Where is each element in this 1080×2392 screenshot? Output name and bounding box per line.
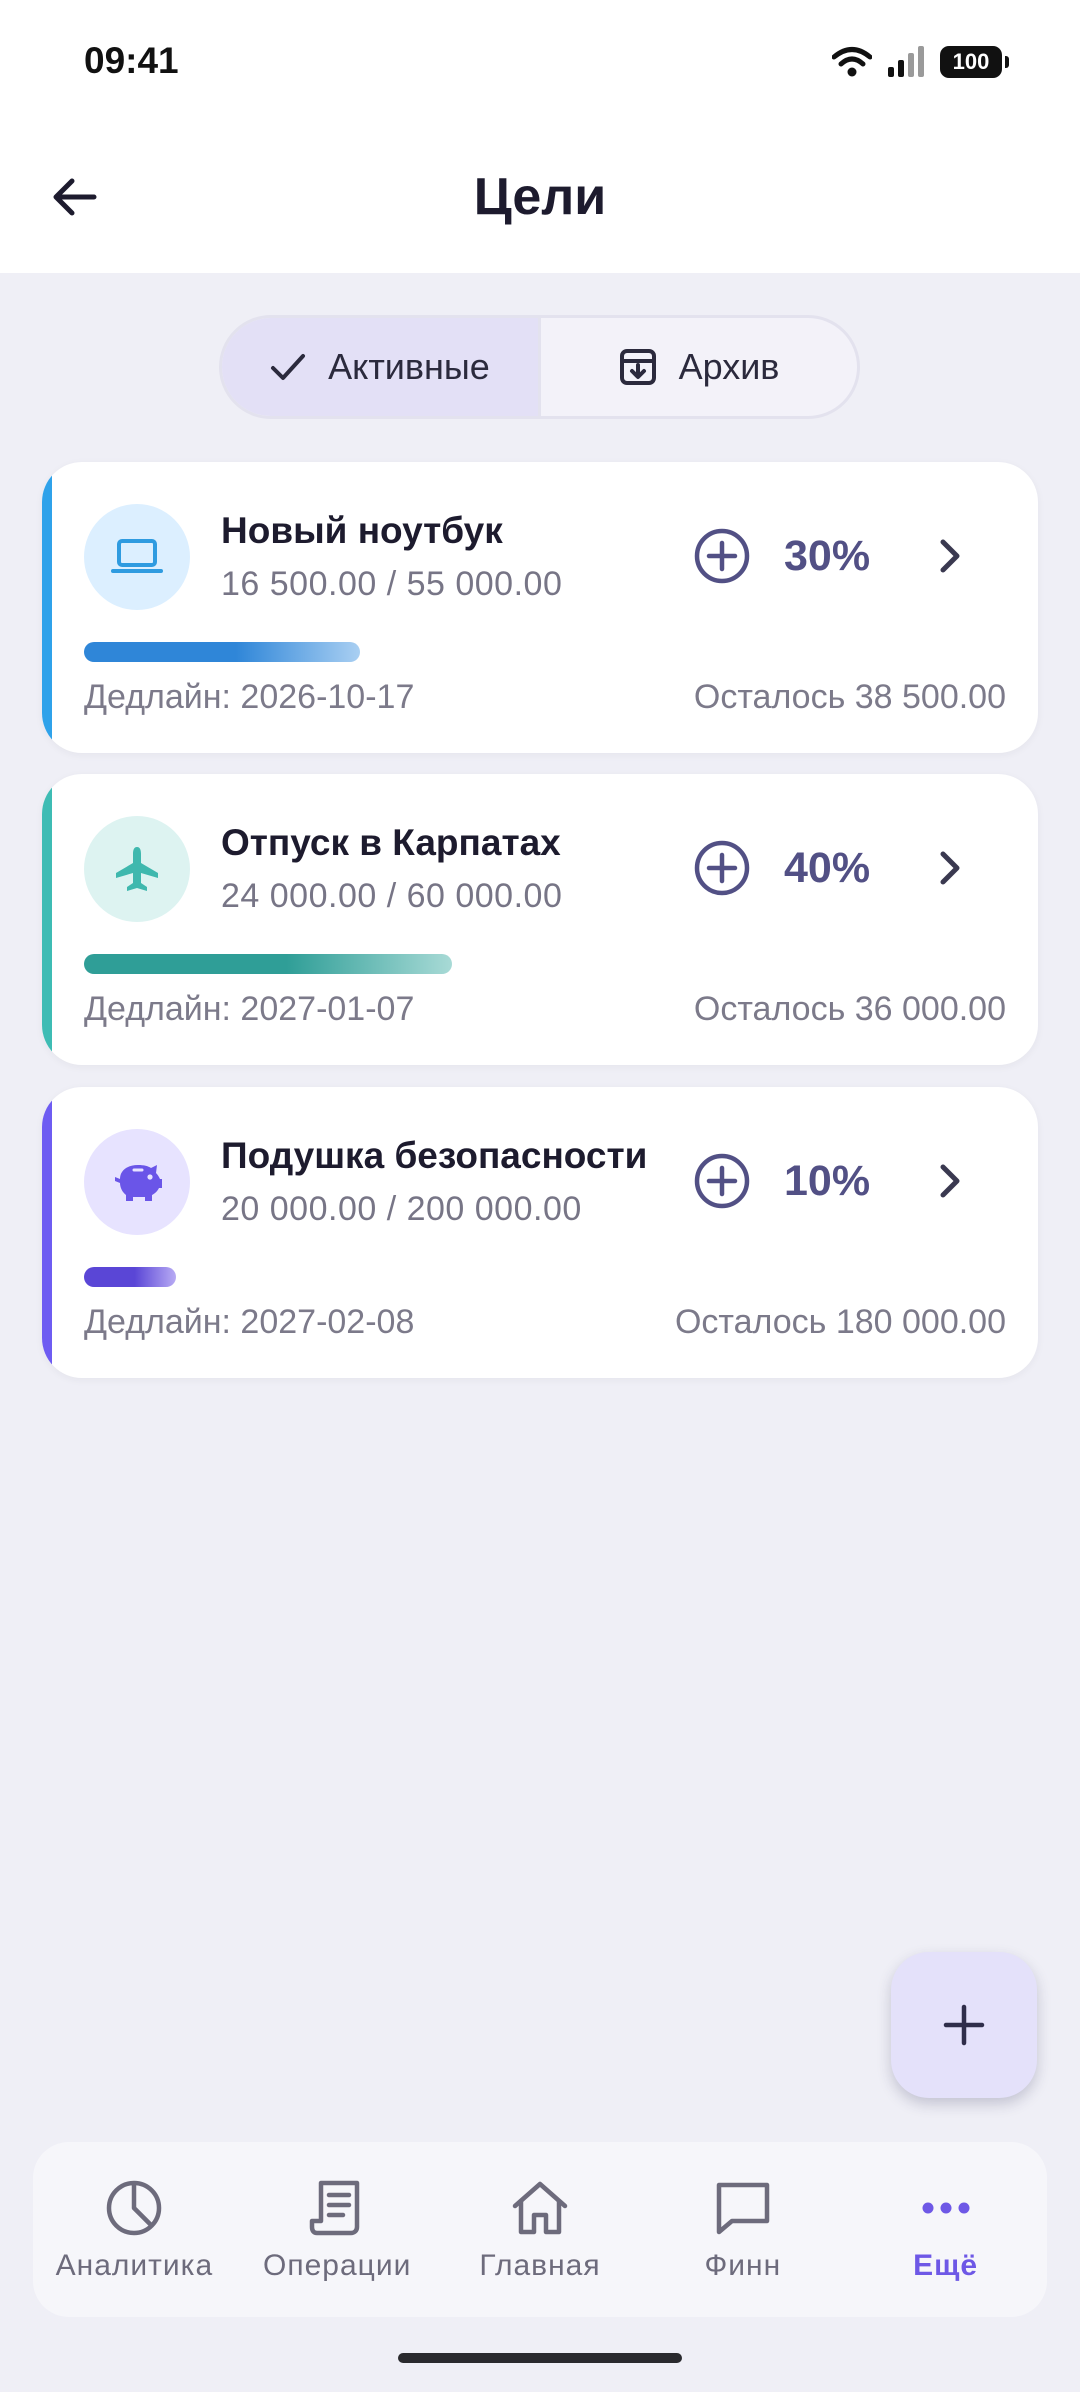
goal-card[interactable]: Новый ноутбук 16 500.00 / 55 000.00 30% … xyxy=(42,462,1038,753)
goal-percent: 30% xyxy=(784,532,871,580)
goal-icon-badge xyxy=(84,1129,190,1235)
chevron-right-icon xyxy=(940,851,960,885)
goal-title: Новый ноутбук xyxy=(221,510,503,551)
nav-label: Финн xyxy=(704,2248,782,2282)
more-dots-icon xyxy=(915,2177,977,2239)
status-time: 09:41 xyxy=(84,40,179,81)
plus-circle-icon xyxy=(694,840,750,896)
goal-card[interactable]: Подушка безопасности 20 000.00 / 200 000… xyxy=(42,1087,1038,1378)
goals-filter-tabs: Активные Архив xyxy=(219,315,860,419)
goal-amounts: 24 000.00 / 60 000.00 xyxy=(221,877,563,915)
goal-progress xyxy=(84,642,784,662)
goal-icon-badge xyxy=(84,504,190,610)
add-funds-button[interactable] xyxy=(692,1151,752,1211)
add-funds-button[interactable] xyxy=(692,526,752,586)
piggy-bank-icon xyxy=(115,1165,162,1201)
goal-deadline: Дедлайн: 2027-01-07 xyxy=(84,990,415,1028)
goal-accent-bar xyxy=(42,774,52,1065)
goal-progress xyxy=(84,1267,784,1287)
goal-remaining: Осталось 180 000.00 xyxy=(674,1303,1006,1341)
goal-progress xyxy=(84,954,784,974)
archive-icon xyxy=(619,349,656,385)
nav-label: Главная xyxy=(479,2248,601,2282)
chevron-right-icon xyxy=(940,539,960,573)
goal-progress-fill xyxy=(84,1267,176,1287)
goal-percent: 10% xyxy=(784,1157,871,1205)
plus-icon xyxy=(943,2004,985,2046)
check-icon xyxy=(271,354,306,380)
goal-accent-bar xyxy=(42,1087,52,1378)
goal-deadline: Дедлайн: 2027-02-08 xyxy=(84,1303,415,1341)
goal-progress-fill xyxy=(84,954,452,974)
open-goal-button[interactable] xyxy=(922,840,978,896)
status-icons: 100 xyxy=(832,40,1009,84)
chat-icon xyxy=(712,2177,774,2239)
nav-item-finn[interactable]: Финн xyxy=(641,2142,844,2317)
nav-item-more[interactable]: Ещё xyxy=(844,2142,1047,2317)
nav-item-operations[interactable]: Операции xyxy=(236,2142,439,2317)
goal-icon-badge xyxy=(84,816,190,922)
goal-title: Отпуск в Карпатах xyxy=(221,822,561,863)
goal-percent: 40% xyxy=(784,844,871,892)
bottom-nav: Аналитика Операции Главная Финн Ещё xyxy=(33,2142,1047,2317)
home-icon xyxy=(509,2177,571,2239)
tab-archive[interactable]: Архив xyxy=(538,318,857,416)
pie-chart-icon xyxy=(103,2177,165,2239)
home-indicator[interactable] xyxy=(398,2353,682,2363)
receipt-icon xyxy=(306,2177,368,2239)
app-bar: Цели xyxy=(0,125,1080,273)
laptop-icon xyxy=(111,539,163,573)
nav-label: Ещё xyxy=(913,2248,979,2282)
signal-icon xyxy=(888,46,924,77)
goal-card[interactable]: Отпуск в Карпатах 24 000.00 / 60 000.00 … xyxy=(42,774,1038,1065)
plus-circle-icon xyxy=(694,528,750,584)
goal-remaining: Осталось 36 000.00 xyxy=(693,990,1006,1028)
open-goal-button[interactable] xyxy=(922,528,978,584)
goal-amounts: 16 500.00 / 55 000.00 xyxy=(221,565,563,603)
goal-title: Подушка безопасности xyxy=(221,1135,648,1176)
tab-archive-label: Архив xyxy=(678,346,780,387)
add-funds-button[interactable] xyxy=(692,838,752,898)
goal-deadline: Дедлайн: 2026-10-17 xyxy=(84,678,415,716)
page-title: Цели xyxy=(473,168,607,226)
nav-item-home[interactable]: Главная xyxy=(439,2142,642,2317)
goal-accent-bar xyxy=(42,462,52,753)
nav-label: Операции xyxy=(263,2248,412,2282)
add-goal-button[interactable] xyxy=(891,1952,1037,2098)
goal-amounts: 20 000.00 / 200 000.00 xyxy=(221,1190,582,1228)
wifi-icon xyxy=(832,47,872,77)
battery-icon: 100 xyxy=(940,46,1009,78)
open-goal-button[interactable] xyxy=(922,1153,978,1209)
tab-active[interactable]: Активные xyxy=(222,318,538,416)
chevron-right-icon xyxy=(940,1164,960,1198)
goal-progress-fill xyxy=(84,642,360,662)
tab-active-label: Активные xyxy=(328,346,490,387)
nav-item-analytics[interactable]: Аналитика xyxy=(33,2142,236,2317)
status-bar: 09:41 100 xyxy=(0,0,1080,125)
nav-label: Аналитика xyxy=(55,2248,214,2282)
airplane-icon xyxy=(116,847,158,891)
goal-remaining: Осталось 38 500.00 xyxy=(693,678,1006,716)
plus-circle-icon xyxy=(694,1153,750,1209)
